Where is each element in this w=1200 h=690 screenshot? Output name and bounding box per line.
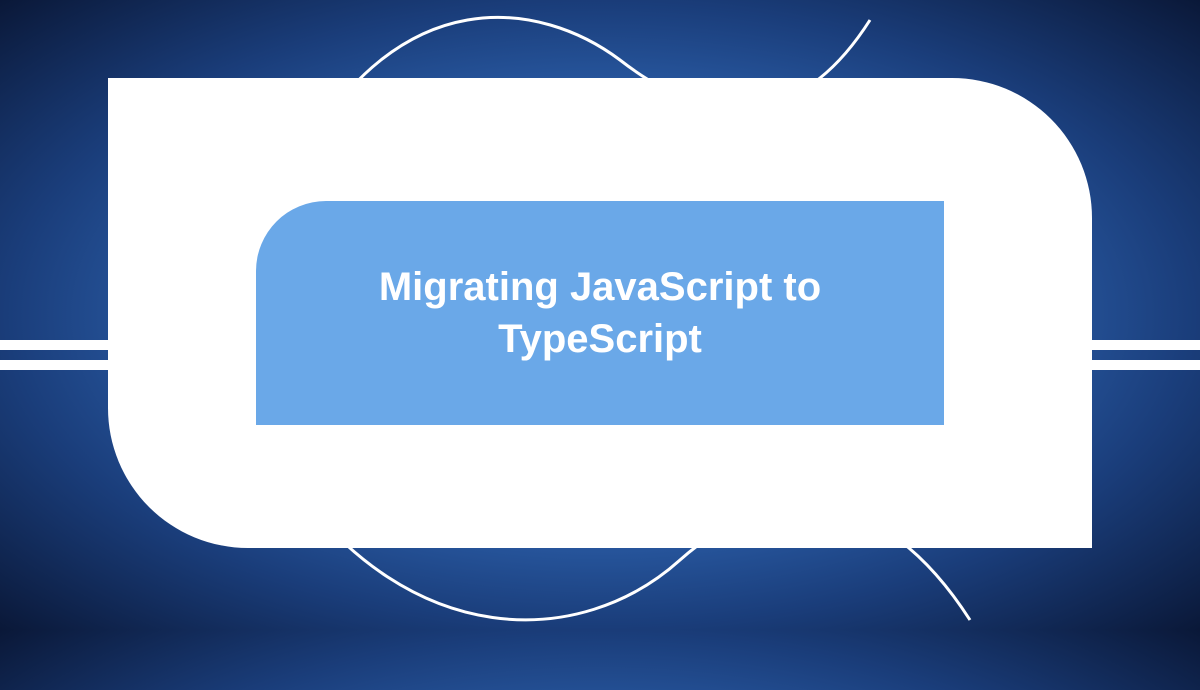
outer-card: Migrating JavaScript to TypeScript	[108, 78, 1092, 548]
inner-card: Migrating JavaScript to TypeScript	[256, 201, 944, 425]
banner-title: Migrating JavaScript to TypeScript	[296, 261, 904, 365]
